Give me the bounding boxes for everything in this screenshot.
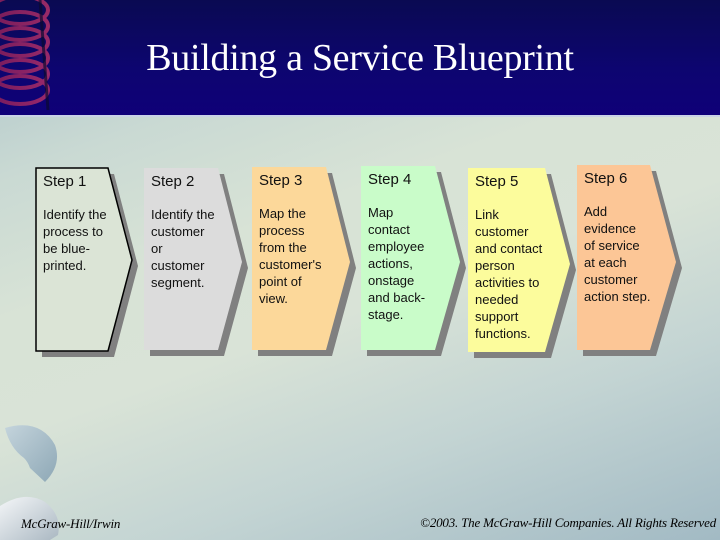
step-1-description: Identify the process to be blue- printed… [43, 207, 107, 273]
step-6-description: Add evidence of service at each customer… [584, 204, 651, 304]
step-3-description: Map the process from the customer's poin… [259, 206, 322, 306]
step-2-label: Step 2 [151, 173, 195, 190]
step-6-label: Step 6 [584, 170, 628, 187]
step-4-label: Step 4 [368, 171, 412, 188]
step-2-description: Identify the customer or customer segmen… [151, 207, 215, 290]
step-5-label: Step 5 [475, 173, 519, 190]
step-1-label: Step 1 [43, 173, 87, 190]
footer-copyright: ©2003. The McGraw-Hill Companies. All Ri… [420, 515, 716, 530]
step-4-description: Map contact employee actions, onstage an… [368, 205, 426, 322]
step-3-label: Step 3 [259, 172, 303, 189]
footer-publisher: McGraw-Hill/Irwin [21, 516, 121, 531]
step-5-description: Link customer and contact person activit… [475, 207, 543, 341]
